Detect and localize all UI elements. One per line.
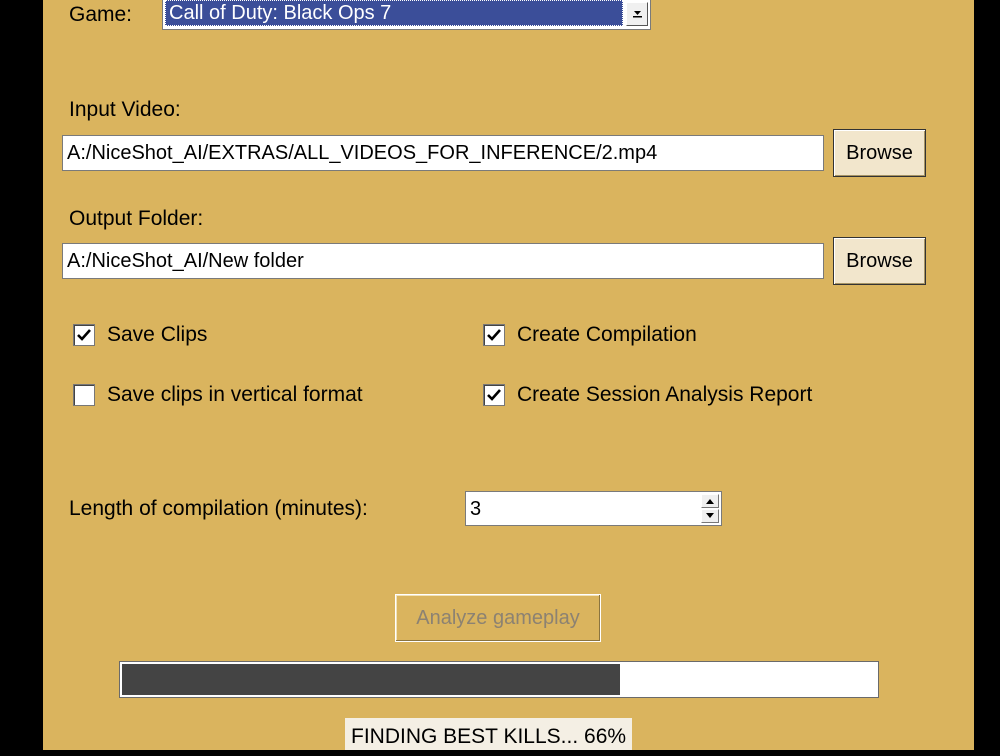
progress-bar-fill — [122, 664, 620, 695]
checkmark-icon — [487, 329, 501, 341]
session-report-checkbox[interactable] — [483, 384, 505, 406]
vertical-format-checkbox[interactable] — [73, 384, 95, 406]
status-text: FINDING BEST KILLS... 66% — [345, 718, 633, 750]
save-clips-label[interactable]: Save Clips — [107, 322, 207, 348]
game-select[interactable]: Call of Duty: Black Ops 7 — [162, 0, 651, 30]
input-browse-button[interactable]: Browse — [833, 129, 926, 177]
create-compilation-label[interactable]: Create Compilation — [517, 322, 697, 348]
output-folder-field[interactable]: A:/NiceShot_AI/New folder — [62, 243, 824, 279]
game-selected-value: Call of Duty: Black Ops 7 — [165, 0, 623, 26]
dropdown-arrow-button[interactable] — [626, 2, 648, 26]
game-label: Game: — [69, 3, 133, 26]
output-folder-label: Output Folder: — [69, 207, 204, 230]
output-browse-button[interactable]: Browse — [833, 237, 926, 285]
arrow-up-icon — [706, 499, 714, 504]
progress-bar — [119, 661, 879, 698]
save-clips-checkbox[interactable] — [73, 324, 95, 346]
session-report-label[interactable]: Create Session Analysis Report — [517, 382, 812, 408]
chevron-down-icon — [633, 11, 642, 18]
spin-up-button[interactable] — [701, 494, 719, 508]
compilation-length-spinbox[interactable]: 3 — [465, 491, 722, 526]
analyze-gameplay-button[interactable]: Analyze gameplay — [395, 594, 601, 642]
spin-down-button[interactable] — [701, 509, 719, 523]
checkmark-icon — [487, 389, 501, 401]
input-video-label: Input Video: — [69, 98, 181, 121]
checkmark-icon — [77, 329, 91, 341]
arrow-down-icon — [706, 513, 714, 518]
input-video-field[interactable]: A:/NiceShot_AI/EXTRAS/ALL_VIDEOS_FOR_INF… — [62, 135, 824, 171]
create-compilation-checkbox[interactable] — [483, 324, 505, 346]
vertical-format-label[interactable]: Save clips in vertical format — [107, 382, 363, 408]
compilation-length-label: Length of compilation (minutes): — [69, 497, 368, 520]
compilation-length-value: 3 — [470, 498, 482, 520]
